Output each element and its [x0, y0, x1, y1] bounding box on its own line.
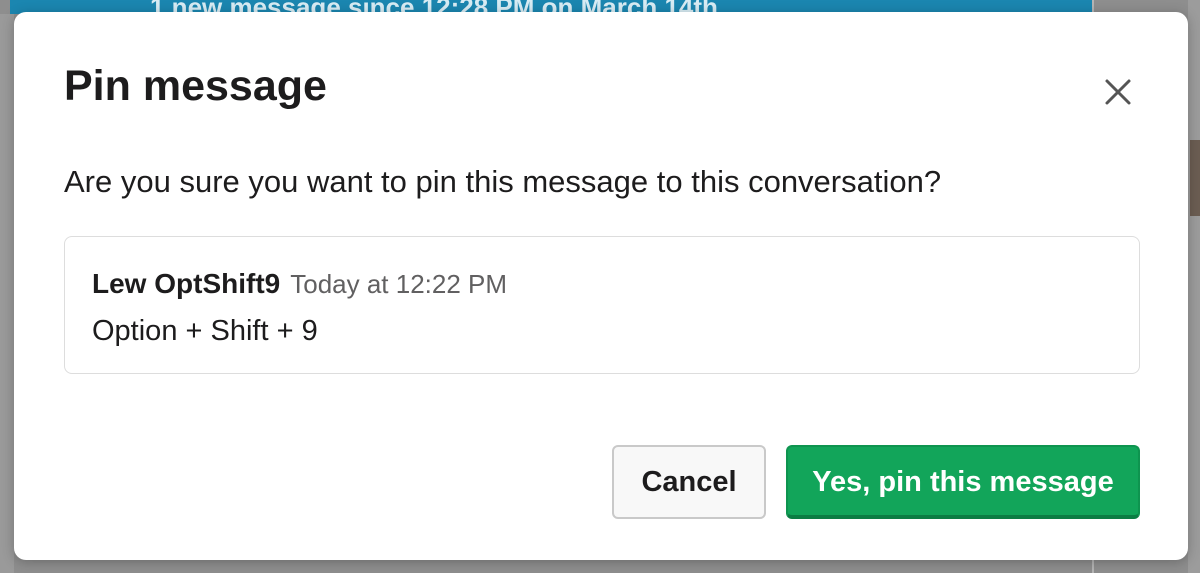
close-button[interactable] [1098, 72, 1138, 112]
background-sidebar [1188, 0, 1200, 573]
message-timestamp: Today at 12:22 PM [290, 269, 508, 299]
cancel-button[interactable]: Cancel [612, 445, 766, 519]
message-text: Option + Shift + 9 [92, 315, 318, 347]
pin-message-dialog: Pin message Are you sure you want to pin… [14, 12, 1188, 560]
message-preview: Lew OptShift9 Today at 12:22 PM Option + … [64, 236, 1140, 374]
confirmation-prompt: Are you sure you want to pin this messag… [64, 164, 942, 199]
background-channel-area [0, 14, 14, 573]
message-author-line: Lew OptShift9 Today at 12:22 PM [92, 267, 507, 301]
message-author: Lew OptShift9 [92, 268, 281, 299]
dialog-title: Pin message [64, 62, 327, 110]
confirm-pin-button[interactable]: Yes, pin this message [786, 445, 1140, 519]
background-avatar [1190, 140, 1200, 216]
close-icon [1105, 79, 1131, 105]
